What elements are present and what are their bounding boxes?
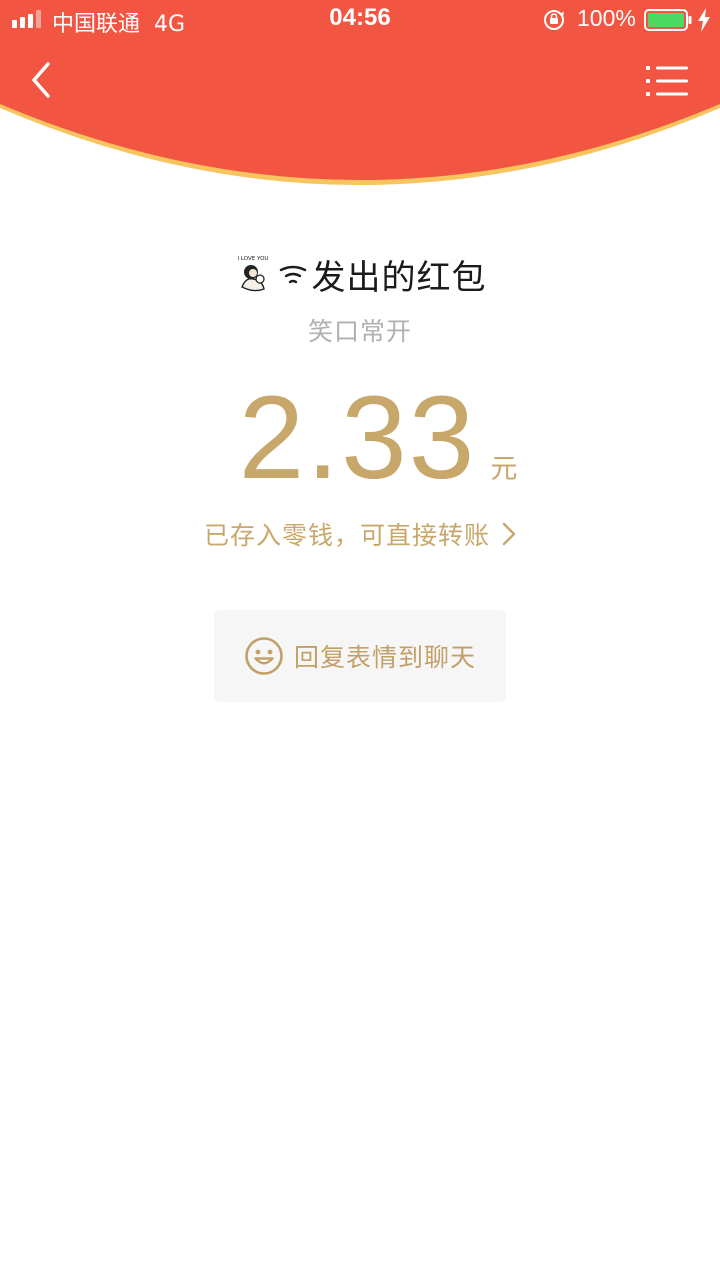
wallet-link[interactable]: 已存入零钱，可直接转账	[0, 514, 720, 554]
reply-label: 回复表情到聊天	[293, 643, 476, 672]
amount-value: 2.33	[238, 372, 477, 504]
red-packet-detail-screen: 中国联通 4G 04:56 100% I LOVE YOU 发出的红包 笑口常开…	[0, 0, 720, 1280]
amount-unit: 元	[490, 454, 518, 485]
greeting-message: 笑口常开	[307, 317, 412, 346]
sender-row: I LOVE YOU 发出的红包	[0, 250, 720, 298]
charging-bolt-icon	[698, 8, 710, 32]
amount-row: 2.33 元	[0, 378, 720, 498]
wallet-note: 已存入零钱，可直接转账	[203, 521, 490, 550]
sender-title: 发出的红包	[278, 250, 487, 299]
battery-percent: 100%	[577, 5, 636, 31]
sender-label: 发出的红包	[311, 257, 487, 298]
chevron-left-icon	[32, 62, 50, 98]
menu-button[interactable]	[644, 64, 690, 98]
avatar[interactable]: I LOVE YOU	[234, 253, 272, 295]
battery-icon	[644, 9, 692, 31]
status-bar: 中国联通 4G 04:56 100%	[0, 0, 720, 40]
chevron-right-icon	[502, 522, 516, 546]
avatar-caption: I LOVE YOU	[237, 256, 268, 262]
back-button[interactable]	[24, 60, 60, 100]
wifi-icon	[279, 265, 306, 284]
smile-icon	[245, 637, 283, 675]
list-icon	[646, 66, 688, 96]
rotation-lock-icon	[544, 10, 565, 30]
reply-sticker-button[interactable]: 回复表情到聊天	[214, 610, 506, 702]
